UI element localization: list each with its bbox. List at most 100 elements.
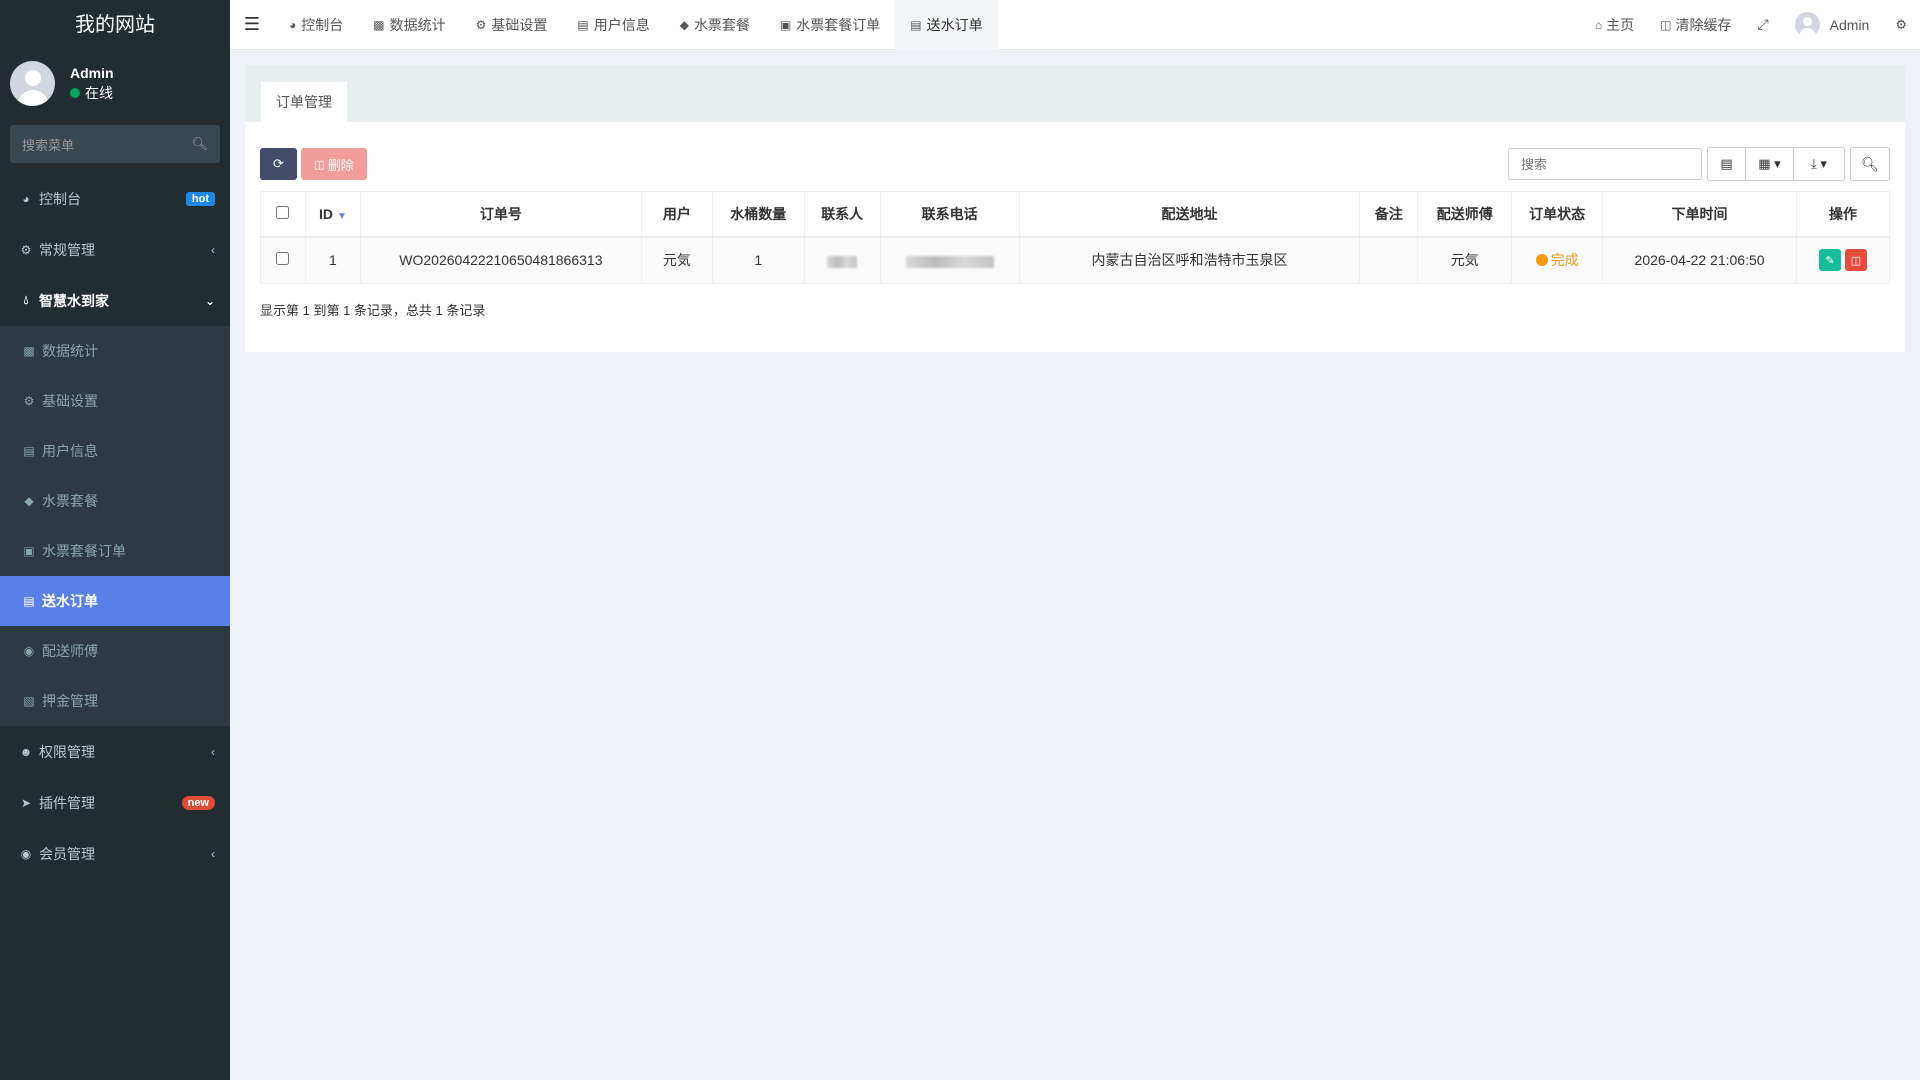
sidebar-item-ticket-orders[interactable]: ▣ 水票套餐订单 xyxy=(0,526,230,576)
cell-status: 完成 xyxy=(1511,236,1604,284)
refresh-button[interactable]: ⟳ xyxy=(260,148,297,180)
delete-button[interactable]: ◫ 删除 xyxy=(301,148,367,180)
sidebar-item-couriers[interactable]: ◉ 配送师傅 xyxy=(0,626,230,676)
sidebar: 我的网站 Admin 在线 搜索菜单 🔍︎ ◕ 控制台 hot ⚙ 常规管理 ‹… xyxy=(0,0,230,1080)
sidebar-item-permissions[interactable]: ☻ 权限管理 ‹ xyxy=(0,726,230,777)
tag-icon: ◆ xyxy=(679,17,689,32)
export-dropdown-icon[interactable]: ⤓ ▾ xyxy=(1794,148,1844,180)
columns-dropdown-icon[interactable]: ▦ ▾ xyxy=(1746,148,1794,180)
orders-table: ID ▼ 订单号 用户 水桶数量 联系人 联系电话 配送地址 备注 配送师傅 订单… xyxy=(260,191,1891,284)
cart-icon: ▣ xyxy=(779,17,792,32)
tab-user-info[interactable]: ▤ 用户信息 xyxy=(562,0,664,50)
sidebar-item-label: 数据统计 xyxy=(42,343,98,359)
user-status: 在线 xyxy=(70,83,114,103)
trash-icon: ◫ xyxy=(1850,254,1862,267)
sidebar-item-label: 会员管理 xyxy=(39,845,95,862)
column-header-phone: 联系电话 xyxy=(879,191,1020,238)
column-header-order-no: 订单号 xyxy=(359,191,642,238)
sidebar-item-label: 配送师傅 xyxy=(42,643,98,659)
bar-chart-icon: ▩ xyxy=(23,344,35,358)
edit-button[interactable]: ✎ xyxy=(1818,249,1841,272)
clear-cache-button[interactable]: ◫ 清除缓存 xyxy=(1647,0,1744,50)
search-icon[interactable]: 🔍︎ xyxy=(191,136,208,152)
menu-search-input[interactable]: 搜索菜单 🔍︎ xyxy=(10,125,220,163)
table-toolbar: ⟳ ◫删除 ▤ ▦ ▾ ⤓ ▾ 🔍︎ xyxy=(260,147,1890,181)
gear-icon: ⚙ xyxy=(23,394,35,408)
sidebar-item-delivery-orders[interactable]: ▤ 送水订单 xyxy=(0,576,230,626)
tab-order-management[interactable]: 订单管理 xyxy=(261,82,347,122)
table-search-input[interactable] xyxy=(1508,148,1702,180)
table-header-row: ID ▼ 订单号 用户 水桶数量 联系人 联系电话 配送地址 备注 配送师傅 订单… xyxy=(260,191,1891,238)
status-label: 完成 xyxy=(1550,252,1579,269)
column-header-status: 订单状态 xyxy=(1511,191,1604,238)
menu-toggle-icon[interactable]: ☰ xyxy=(230,0,274,50)
home-link[interactable]: ⌂ 主页 xyxy=(1582,0,1647,50)
table-view-controls: ▤ ▦ ▾ ⤓ ▾ xyxy=(1707,147,1845,181)
tag-icon: ◆ xyxy=(24,494,34,508)
clear-cache-label: 清除缓存 xyxy=(1675,16,1732,33)
group-icon: ☻ xyxy=(19,744,33,759)
sidebar-item-ticket-package[interactable]: ◆ 水票套餐 xyxy=(0,476,230,526)
tab-ticket-package[interactable]: ◆ 水票套餐 xyxy=(665,0,765,50)
credit-card-icon: ▤ xyxy=(577,17,589,32)
column-header-id[interactable]: ID ▼ xyxy=(304,191,361,238)
column-header-user: 用户 xyxy=(640,191,713,238)
select-all-checkbox[interactable] xyxy=(276,205,290,219)
sidebar-item-deposit[interactable]: ▧ 押金管理 xyxy=(0,676,230,726)
user-panel: Admin 在线 xyxy=(0,50,230,116)
sidebar-item-label: 权限管理 xyxy=(39,743,95,760)
sidebar-item-label: 基础设置 xyxy=(42,393,98,409)
cell-order-no: WO20260422210650481866313 xyxy=(359,236,642,284)
sidebar-item-label: 智慧水到家 xyxy=(39,292,109,309)
cell-phone xyxy=(879,236,1020,284)
column-header-courier: 配送师傅 xyxy=(1417,191,1513,238)
tab-stats[interactable]: ▩ 数据统计 xyxy=(358,0,460,50)
sidebar-item-dashboard[interactable]: ◕ 控制台 hot xyxy=(0,173,230,224)
table-row[interactable]: 1 WO20260422210650481866313 元気 1 内蒙古自治区呼… xyxy=(260,236,1891,284)
content-panel: 订单管理 ⟳ ◫删除 ▤ ▦ ▾ ⤓ ▾ 🔍︎ ID▼ 订单号 用户 水桶数量 … xyxy=(245,65,1905,352)
user-menu-label: Admin xyxy=(1829,16,1870,33)
toggle-view-icon[interactable]: ▤ xyxy=(1708,148,1746,180)
column-header-actions: 操作 xyxy=(1795,191,1891,238)
column-header-remark: 备注 xyxy=(1359,191,1419,238)
online-dot-icon xyxy=(70,88,80,98)
tab-basic-settings[interactable]: ⚙ 基础设置 xyxy=(461,0,563,50)
chevron-left-icon: ‹ xyxy=(211,846,215,861)
sidebar-item-plugins[interactable]: ➤ 插件管理 new xyxy=(0,777,230,828)
pencil-icon: ✎ xyxy=(1825,254,1835,267)
column-label: ID xyxy=(319,205,333,222)
select-all-cell xyxy=(260,191,306,238)
settings-cogs-icon[interactable]: ⚙ xyxy=(1882,0,1920,50)
sidebar-item-basic-settings[interactable]: ⚙ 基础设置 xyxy=(0,376,230,426)
sidebar-item-stats[interactable]: ▩ 数据统计 xyxy=(0,326,230,376)
dashboard-icon: ◕ xyxy=(289,17,297,32)
sidebar-item-label: 用户信息 xyxy=(42,443,98,459)
row-select-cell xyxy=(260,236,306,284)
home-label: 主页 xyxy=(1606,16,1635,33)
sidebar-item-label: 水票套餐订单 xyxy=(42,543,126,559)
advanced-search-button[interactable]: 🔍︎ xyxy=(1850,147,1890,181)
row-checkbox[interactable] xyxy=(276,252,290,266)
sidebar-item-label: 常规管理 xyxy=(39,241,95,258)
site-logo[interactable]: 我的网站 xyxy=(0,0,230,50)
delete-row-button[interactable]: ◫ xyxy=(1844,249,1867,272)
tab-dashboard[interactable]: ◕ 控制台 xyxy=(274,0,358,50)
fullscreen-icon[interactable]: ⤢ xyxy=(1744,0,1781,50)
column-header-bucket-count: 水桶数量 xyxy=(711,191,805,238)
user-menu[interactable]: Admin xyxy=(1782,0,1883,50)
sidebar-item-water[interactable]: 💧︎ 智慧水到家 ⌄ xyxy=(0,275,230,326)
sidebar-item-label: 插件管理 xyxy=(39,794,95,811)
tab-delivery-orders[interactable]: ▤ 送水订单 xyxy=(895,0,998,50)
sidebar-item-label: 押金管理 xyxy=(42,693,98,709)
sidebar-item-members[interactable]: ◉ 会员管理 ‹ xyxy=(0,828,230,879)
sidebar-item-general[interactable]: ⚙ 常规管理 ‹ xyxy=(0,224,230,275)
home-icon: ⌂ xyxy=(1594,17,1603,32)
tab-ticket-orders[interactable]: ▣ 水票套餐订单 xyxy=(765,0,895,50)
dashboard-icon: ◕ xyxy=(22,191,30,206)
cell-created-at: 2026-04-22 21:06:50 xyxy=(1602,236,1797,284)
sidebar-item-user-info[interactable]: ▤ 用户信息 xyxy=(0,426,230,476)
tab-label: 控制台 xyxy=(301,16,344,33)
chevron-down-icon: ⌄ xyxy=(204,293,215,308)
cell-bucket-count: 1 xyxy=(711,236,805,284)
sort-desc-icon[interactable]: ▼ xyxy=(337,211,347,222)
